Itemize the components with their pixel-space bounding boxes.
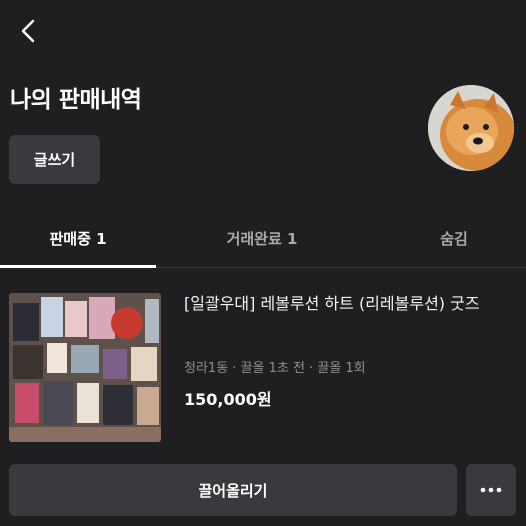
tab-hidden[interactable]: 숨김: [396, 210, 512, 266]
write-button-label: 글쓰기: [33, 151, 76, 169]
tab-selling-label: 판매중 1: [49, 229, 107, 248]
listing-location: 청라1동: [184, 361, 229, 376]
more-options-button[interactable]: [466, 464, 516, 516]
back-button[interactable]: [14, 16, 44, 46]
listing-bump-time: 끌올 1초 전: [240, 361, 305, 376]
tab-completed[interactable]: 거래완료 1: [176, 210, 348, 266]
listing-bump-count: 끌올 1회: [317, 361, 366, 376]
write-button[interactable]: 글쓰기: [9, 135, 100, 184]
listing-title[interactable]: [일괄우대] 레볼루션 하트 (리레볼루션) 굿즈: [184, 290, 514, 317]
tab-bar: 판매중 1 거래완료 1 숨김: [0, 210, 526, 268]
tab-selling[interactable]: 판매중 1: [0, 210, 156, 266]
chevron-left-icon: [21, 19, 35, 43]
avatar[interactable]: [428, 85, 514, 171]
meta-separator: ·: [232, 361, 241, 376]
listing-meta: 청라1동 · 끌올 1초 전 · 끌올 1회: [184, 357, 366, 376]
tab-completed-label: 거래완료 1: [226, 229, 298, 248]
listing-thumbnail[interactable]: [9, 293, 161, 442]
more-horizontal-icon: [480, 487, 502, 493]
bump-button-label: 끌어올리기: [198, 481, 268, 500]
page-title: 나의 판매내역: [10, 87, 142, 113]
active-tab-indicator: [0, 265, 156, 268]
listing-price: 150,000원: [184, 390, 272, 409]
bump-button[interactable]: 끌어올리기: [9, 464, 457, 516]
tab-hidden-label: 숨김: [440, 229, 468, 248]
